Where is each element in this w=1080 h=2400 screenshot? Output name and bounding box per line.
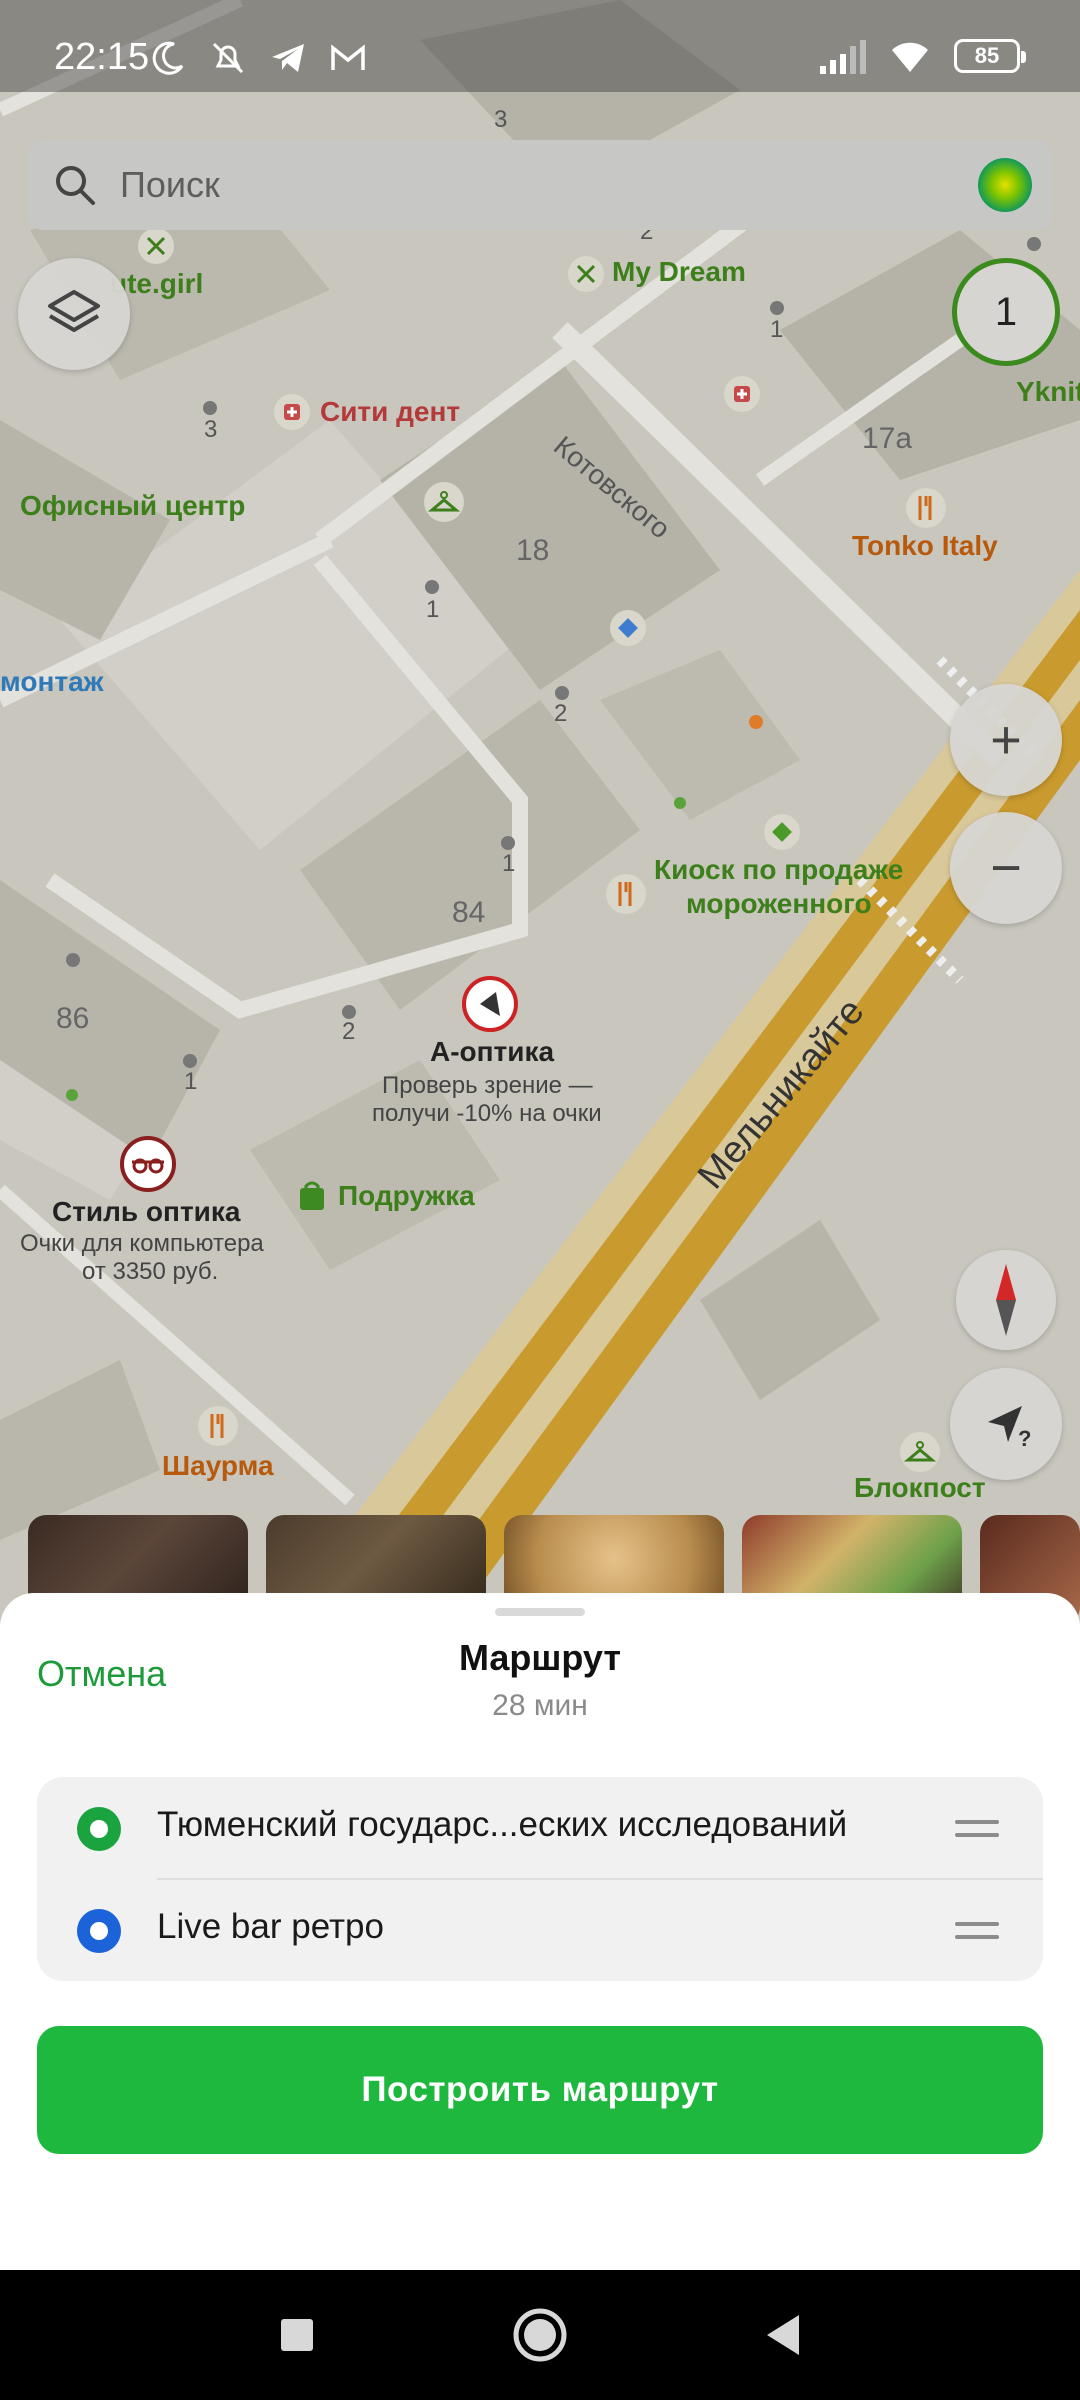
layers-icon [48,290,100,332]
search-bar[interactable] [28,140,1052,230]
sheet-grabber[interactable] [495,1608,585,1616]
plus-icon: + [990,710,1022,770]
drag-handle-icon[interactable] [955,1820,999,1840]
circle-icon [513,2308,567,2362]
search-input[interactable] [120,154,940,216]
route-start-row[interactable]: Тюменский государс...еских исследований [37,1777,1043,1879]
notification-icons [148,38,368,78]
build-route-button[interactable]: Построить маршрут [37,2026,1043,2154]
layers-button[interactable] [18,258,130,370]
zoom-out-button[interactable]: − [950,812,1062,924]
start-pin-icon [77,1807,121,1851]
back-button[interactable] [746,2298,820,2372]
route-start-text[interactable]: Тюменский государс...еских исследований [157,1805,847,1845]
end-pin-icon [77,1909,121,1953]
square-icon [281,2319,313,2351]
svg-text:?: ? [1018,1426,1031,1451]
recents-button[interactable] [260,2298,334,2372]
search-icon [56,166,95,205]
home-button[interactable] [503,2298,577,2372]
route-end-row[interactable]: Live bar ретро [37,1879,1043,1981]
signal-icon [820,40,866,74]
drag-handle-icon[interactable] [955,1922,999,1942]
sheet-title: Маршрут [458,1637,622,1678]
status-bar: 22:15 85 [0,0,1080,92]
compass-icon [996,1264,1016,1336]
moon-icon [152,41,184,75]
gmail-icon [331,44,365,70]
route-sheet: Отмена Маршрут 28 мин Тюменский государс… [0,1593,1080,2270]
navigation-arrow-icon: ? [988,1406,1031,1451]
my-location-button[interactable]: ? [950,1368,1062,1480]
battery-indicator: 85 [954,39,1026,73]
cluster-marker[interactable]: 1 [952,258,1060,366]
zoom-in-button[interactable]: + [950,684,1062,796]
route-duration: 28 мин [492,1689,588,1722]
back-triangle-icon [767,2315,799,2355]
system-nav-bar [0,2270,1080,2400]
status-time: 22:15 [54,36,150,78]
minus-icon: − [990,838,1022,898]
avatar[interactable] [978,158,1032,212]
route-end-text[interactable]: Live bar ретро [157,1907,384,1947]
route-points-card: Тюменский государс...еских исследований … [37,1777,1043,1981]
mute-icon [212,42,244,74]
telegram-icon [272,44,304,72]
system-icons: 85 [818,36,1026,76]
wifi-icon [892,42,928,72]
compass-button[interactable] [956,1250,1056,1350]
